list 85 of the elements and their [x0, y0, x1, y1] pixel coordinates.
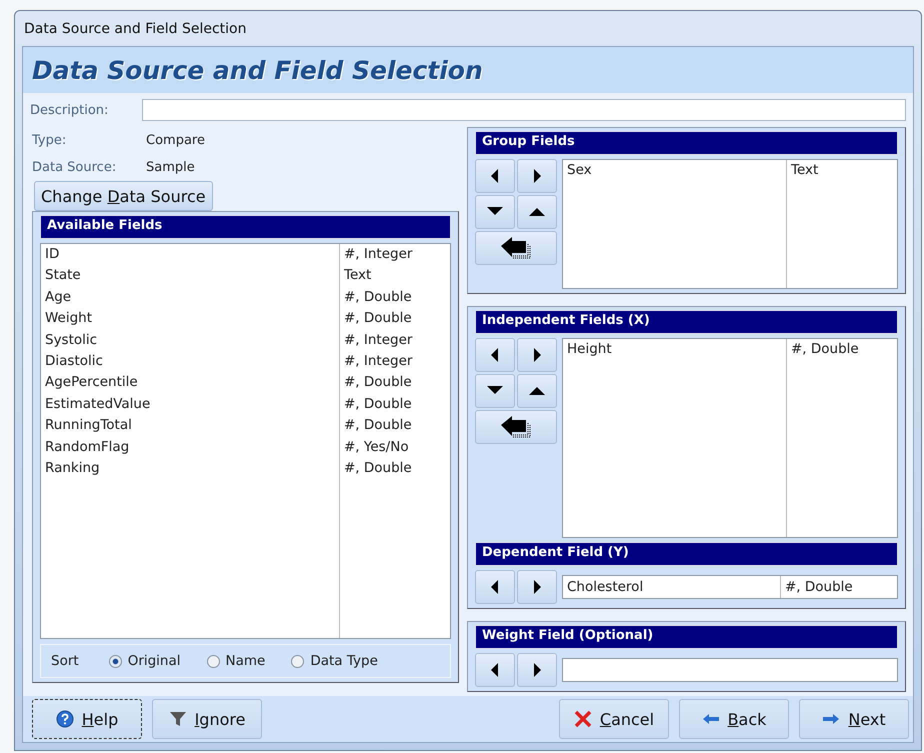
description-label: Description:: [30, 102, 110, 118]
type-label: Type:: [32, 133, 68, 148]
move-left-button[interactable]: [475, 338, 515, 372]
field-name[interactable]: Systolic: [41, 330, 340, 351]
field-name[interactable]: RandomFlag: [41, 436, 340, 458]
data-source-label: Data Source:: [32, 160, 118, 175]
left-arrow-icon: [500, 414, 532, 440]
field-type[interactable]: Text: [787, 160, 897, 182]
radio-dot[interactable]: [108, 654, 122, 668]
move-up-button[interactable]: [517, 195, 557, 229]
move-left-button[interactable]: [475, 653, 515, 687]
help-button[interactable]: Help: [32, 699, 142, 739]
field-name[interactable]: RunningTotal: [41, 415, 340, 437]
move-right-button[interactable]: [517, 653, 557, 687]
panel-header: Independent Fields (X): [475, 310, 898, 334]
radio-dot[interactable]: [291, 654, 304, 668]
move-up-button[interactable]: [517, 374, 557, 408]
radio-dot[interactable]: [206, 654, 220, 668]
type-value: Compare: [146, 133, 205, 148]
field-type[interactable]: #, Double: [340, 372, 450, 394]
left-arrow-icon: [702, 713, 720, 725]
move-down-button[interactable]: [475, 195, 515, 229]
cancel-button[interactable]: Cancel: [559, 699, 669, 739]
left-triangle-icon: [489, 578, 501, 596]
field-name: Cholesterol: [566, 578, 644, 597]
field-name[interactable]: ID: [41, 244, 340, 266]
field-name[interactable]: State: [41, 265, 340, 287]
field-type[interactable]: #, Yes/No: [340, 436, 450, 458]
panel-header: Weight Field (Optional): [475, 625, 898, 649]
sort-radio[interactable]: Name: [206, 653, 266, 669]
field-type[interactable]: #, Double: [340, 286, 450, 308]
move-down-button[interactable]: [475, 374, 515, 408]
field-type[interactable]: Text: [340, 265, 450, 287]
help-icon: [56, 710, 74, 728]
left-triangle-icon: [489, 346, 501, 364]
right-triangle-icon: [531, 346, 543, 364]
field-name[interactable]: AgePercentile: [41, 372, 340, 394]
window-title: Data Source and Field Selection: [23, 20, 248, 38]
next-button[interactable]: Next: [799, 699, 909, 739]
filter-button[interactable]: Ignore: [152, 699, 262, 739]
field-name[interactable]: Weight: [41, 308, 340, 330]
field-type[interactable]: #, Double: [340, 308, 450, 330]
field-name[interactable]: Sex: [563, 160, 787, 182]
field-type[interactable]: #, Double: [340, 394, 450, 416]
sort-label: Sort: [51, 653, 79, 669]
panel-header: Dependent Field (Y): [475, 542, 898, 566]
right-triangle-icon: [531, 167, 543, 185]
left-arrow-icon: [500, 235, 532, 261]
dialog-heading: Data Source and Field Selection: [32, 56, 483, 84]
weight-field-box[interactable]: [562, 658, 898, 682]
field-name[interactable]: Age: [41, 286, 340, 308]
close-icon: [574, 710, 592, 728]
right-triangle-icon: [531, 578, 543, 596]
description-field[interactable]: [142, 99, 906, 121]
panel-header: Group Fields: [475, 131, 898, 155]
left-triangle-icon: [489, 167, 501, 185]
right-triangle-icon: [531, 661, 543, 679]
field-type: #, Double: [780, 576, 897, 598]
field-name[interactable]: Diastolic: [41, 350, 340, 372]
move-right-button[interactable]: [517, 570, 557, 604]
field-type[interactable]: #, Integer: [340, 350, 450, 372]
filter-icon: [168, 710, 187, 728]
dependent-field-box[interactable]: Cholesterol #, Double: [562, 575, 898, 599]
back-button[interactable]: Back: [679, 699, 789, 739]
sort-radio[interactable]: Original: [108, 653, 181, 669]
field-type[interactable]: #, Double: [340, 458, 450, 480]
field-name[interactable]: EstimatedValue: [41, 394, 340, 416]
field-type[interactable]: #, Double: [787, 339, 897, 360]
sort-radio[interactable]: Data Type: [291, 653, 378, 669]
left-triangle-icon: [489, 661, 501, 679]
data-source-value: Sample: [146, 160, 195, 175]
change-data-source-button[interactable]: Change Data Source: [34, 181, 213, 211]
field-name[interactable]: Ranking: [41, 458, 340, 480]
field-type[interactable]: #, Integer: [340, 244, 450, 266]
move-right-button[interactable]: [517, 338, 557, 372]
move-left-button[interactable]: [475, 159, 515, 193]
remove-all-button[interactable]: [475, 410, 557, 444]
move-right-button[interactable]: [517, 159, 557, 193]
right-arrow-icon: [822, 713, 840, 725]
field-type[interactable]: #, Integer: [340, 330, 450, 351]
remove-all-button[interactable]: [475, 231, 557, 265]
field-name[interactable]: Height: [563, 339, 787, 360]
move-left-button[interactable]: [475, 570, 515, 604]
field-type[interactable]: #, Double: [340, 415, 450, 437]
panel-header: Available Fields: [40, 215, 451, 239]
